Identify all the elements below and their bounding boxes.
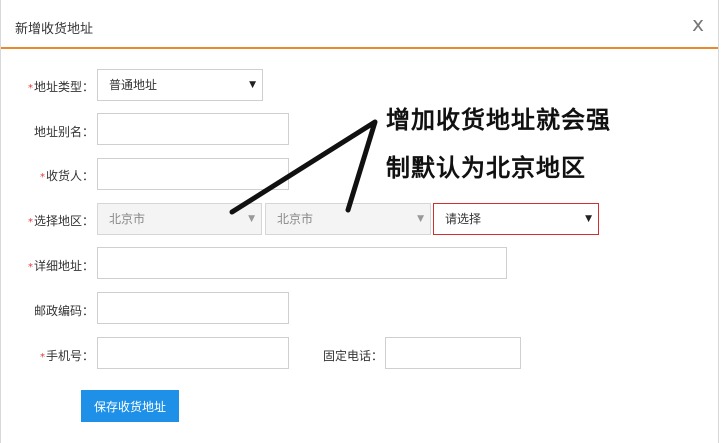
annotation-arrows: [229, 119, 378, 215]
annotation-text-line2: 制默认为北京地区: [386, 154, 586, 182]
annotation-text-line1: 增加收货地址就会强: [386, 106, 611, 134]
annotation-arrow-stroke: [229, 119, 378, 215]
